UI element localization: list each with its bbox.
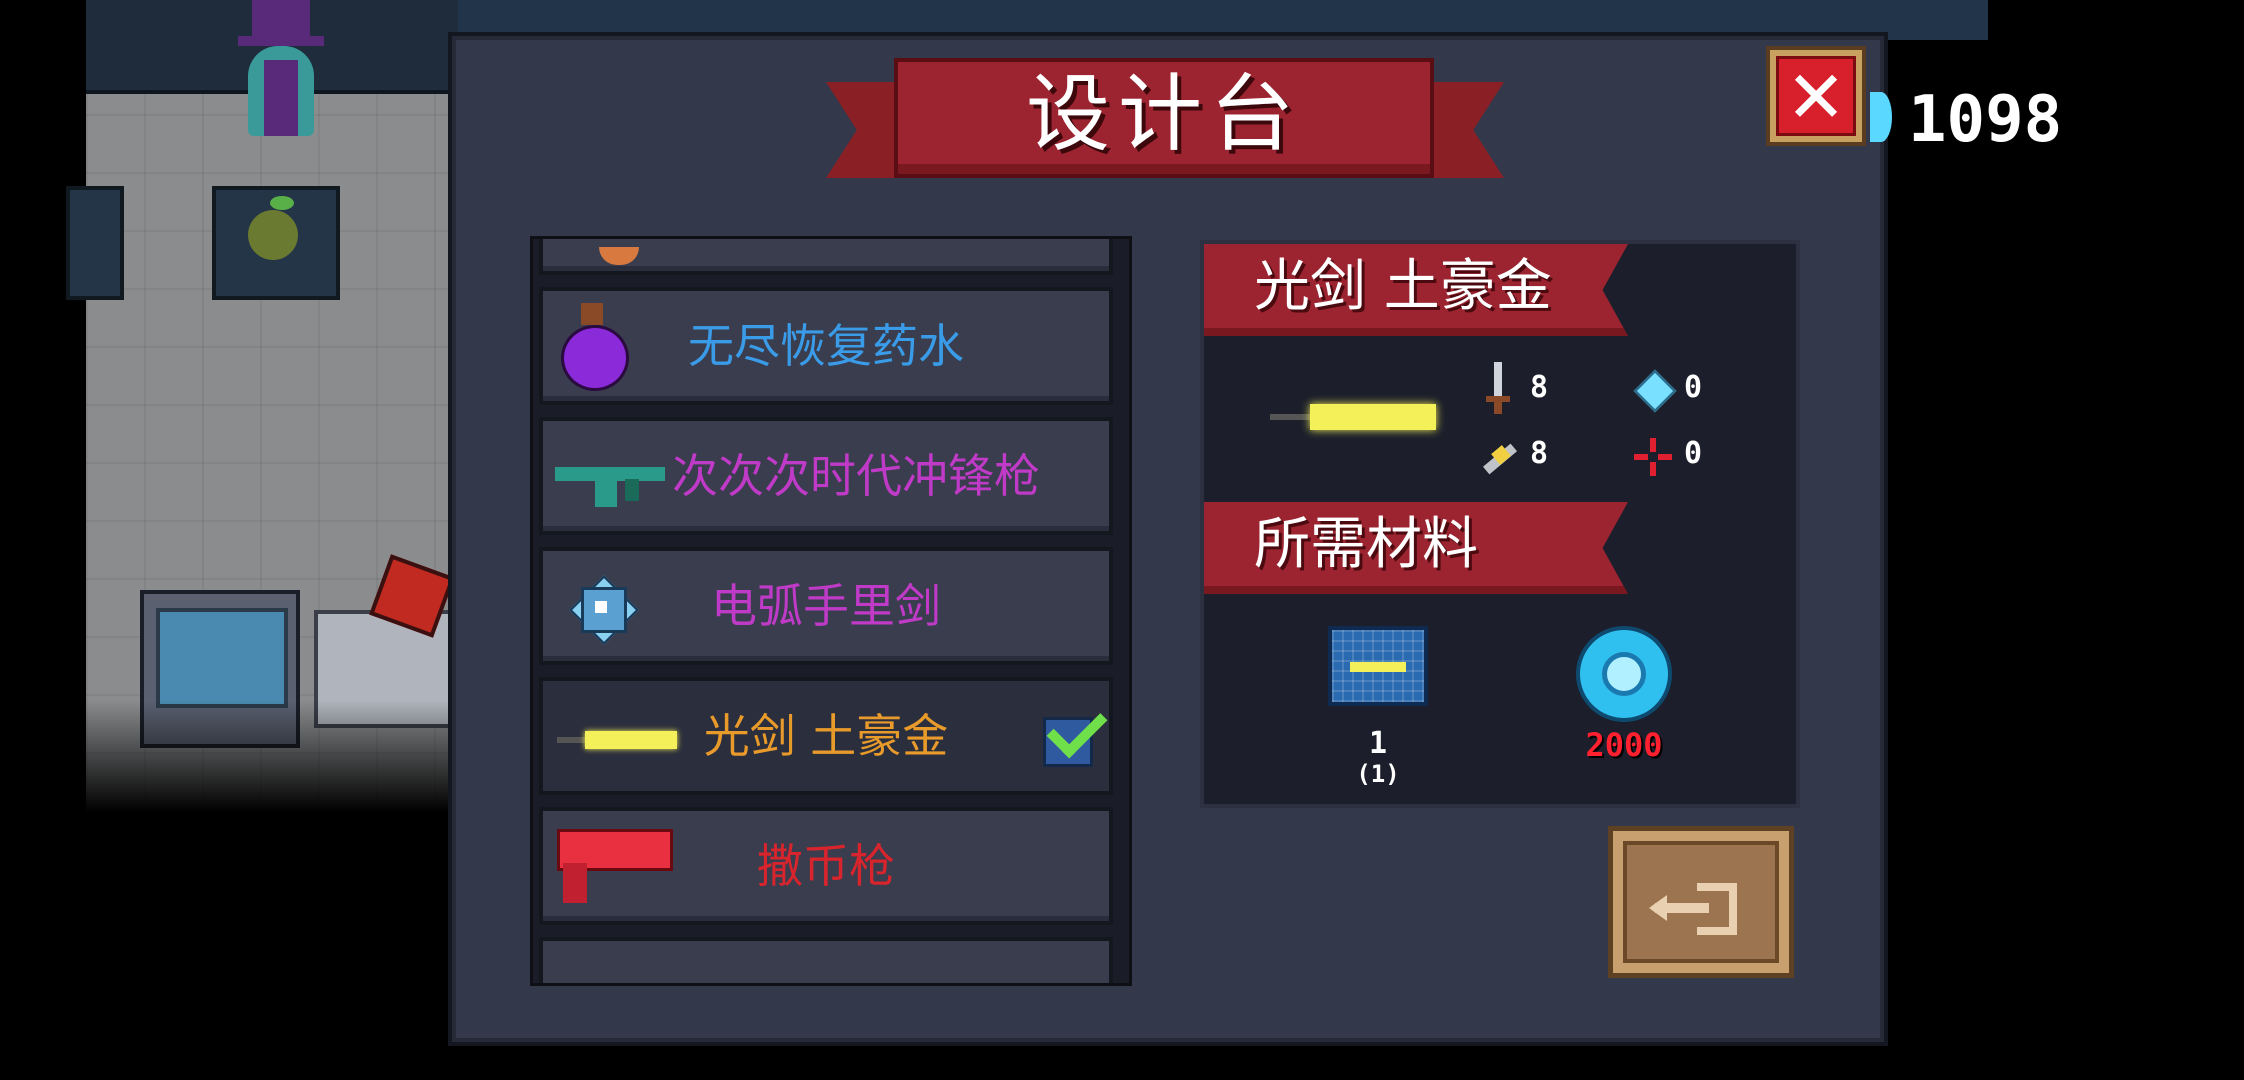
blue-gem-icon [1870,92,1892,142]
list-item-partial-top[interactable] [539,239,1113,275]
item-name: 次次次时代冲锋枪 [672,449,1040,503]
weapon-list[interactable]: 无尽恢复药水 次次次时代冲锋枪 电弧手里剑 光剑 土豪金 撒币枪 [530,236,1132,986]
material-owned: (1) [1356,760,1400,788]
gem-count: 1098 [1908,83,2063,157]
material-amount: 1 [1368,726,1388,761]
display-pad [212,186,340,300]
material-amount: 2000 [1585,726,1663,764]
list-item[interactable]: 次次次时代冲锋枪 [539,417,1113,535]
list-item[interactable]: 撒币枪 [539,807,1113,925]
exit-door-icon [1623,841,1779,963]
item-name: 撒币枪 [757,839,895,893]
stat-energy-value: 0 [1684,370,1703,405]
weapon-name: 光剑 土豪金 [1254,254,1552,319]
npc-wizard [226,0,336,140]
list-item[interactable]: 无尽恢复药水 [539,287,1113,405]
list-item[interactable]: 电弧手里剑 [539,547,1113,665]
blue-gem-coin-icon [1576,626,1672,722]
close-x-icon: ✕ [1776,56,1856,136]
lightsaber-blueprint-icon [1328,626,1428,706]
close-button[interactable]: ✕ [1766,46,1866,146]
sword-damage-icon [1486,362,1510,414]
yellow-lightsaber-icon [1270,402,1436,432]
stat-damage-value: 8 [1530,370,1549,405]
item-name: 光剑 土豪金 [703,709,949,763]
stat-crit-value: 8 [1530,436,1549,471]
materials-title: 所需材料 [1254,512,1478,577]
list-item-partial-bottom[interactable] [539,937,1113,983]
crosshair-spread-icon [1634,438,1672,476]
list-item-selected[interactable]: 光剑 土豪金 [539,677,1113,795]
crit-icon [1478,440,1518,476]
display-pad [66,186,124,300]
stat-spread-value: 0 [1684,436,1703,471]
item-name: 电弧手里剑 [711,579,941,633]
item-name: 无尽恢复药水 [688,319,964,373]
exit-button[interactable] [1608,826,1794,978]
scene-shadow [86,700,458,812]
selected-checkbox[interactable] [1043,697,1108,767]
dialog-title: 设计台 [1025,65,1302,163]
